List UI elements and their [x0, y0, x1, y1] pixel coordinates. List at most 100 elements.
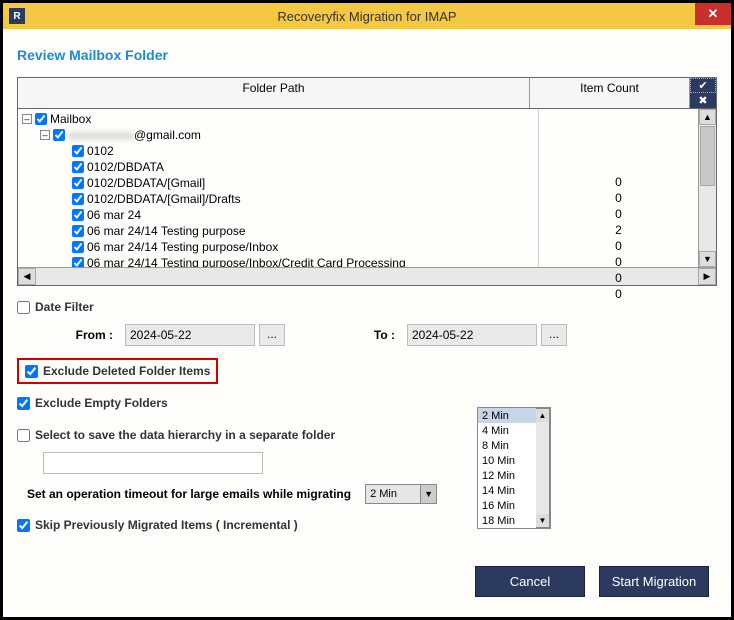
timeout-option[interactable]: 8 Min: [478, 438, 536, 453]
exclude-deleted-checkbox[interactable]: [25, 365, 38, 378]
folder-grid: Folder Path Item Count ✔ ✖ –Mailbox–xxxx…: [17, 77, 717, 286]
footer-buttons: Cancel Start Migration: [475, 566, 709, 597]
hierarchy-path-input[interactable]: [43, 452, 263, 474]
hscroll-track[interactable]: [36, 268, 698, 285]
folder-label: 06 mar 24/14 Testing purpose/Inbox/Credi…: [87, 256, 406, 267]
tree-row[interactable]: 0102/DBDATA: [22, 159, 534, 175]
listbox-scrollbar[interactable]: ▲ ▼: [536, 408, 550, 528]
date-filter-label: Date Filter: [35, 300, 94, 314]
scroll-down-arrow[interactable]: ▼: [699, 251, 716, 267]
folder-label: xxxxxxxxxxx@gmail.com: [68, 128, 201, 142]
grid-header: Folder Path Item Count ✔ ✖: [18, 78, 716, 109]
titlebar: R Recoveryfix Migration for IMAP ✕: [3, 3, 731, 29]
timeout-option[interactable]: 16 Min: [478, 498, 536, 513]
folder-label: 0102/DBDATA/[Gmail]/Drafts: [87, 192, 241, 206]
item-count-cell: 0: [539, 191, 698, 207]
to-label: To :: [335, 328, 395, 342]
exclude-deleted-highlight: Exclude Deleted Folder Items: [17, 358, 218, 384]
folder-label: 06 mar 24: [87, 208, 141, 222]
expand-toggle[interactable]: –: [40, 130, 50, 140]
timeout-listbox[interactable]: 2 Min4 Min8 Min10 Min12 Min14 Min16 Min1…: [477, 407, 551, 529]
date-row: From : ... To : ...: [17, 324, 717, 346]
item-count-cell: 0: [539, 207, 698, 223]
content-area: Review Mailbox Folder Folder Path Item C…: [3, 29, 731, 617]
folder-checkbox[interactable]: [35, 113, 47, 125]
tree-row[interactable]: – xxxxxxxxxxx@gmail.com: [22, 127, 534, 143]
folder-checkbox[interactable]: [72, 177, 84, 189]
date-filter-checkbox[interactable]: [17, 301, 30, 314]
tree-row[interactable]: 06 mar 24/14 Testing purpose/Inbox/Credi…: [22, 255, 534, 267]
tree-row[interactable]: 0102: [22, 143, 534, 159]
listbox-scroll-up[interactable]: ▲: [536, 409, 549, 422]
folder-checkbox[interactable]: [72, 241, 84, 253]
from-label: From :: [53, 328, 113, 342]
horizontal-scrollbar[interactable]: ◀ ▶: [18, 267, 716, 285]
timeout-option[interactable]: 18 Min: [478, 513, 536, 528]
timeout-option[interactable]: 14 Min: [478, 483, 536, 498]
close-button[interactable]: ✕: [695, 3, 731, 25]
to-date-input[interactable]: [407, 324, 537, 346]
exclude-empty-checkbox[interactable]: [17, 397, 30, 410]
from-date-input[interactable]: [125, 324, 255, 346]
col-folder-path: Folder Path: [18, 78, 530, 108]
item-count-cell: 2: [539, 223, 698, 239]
item-count-cell: [539, 143, 698, 159]
tree-row[interactable]: 0102/DBDATA/[Gmail]/Drafts: [22, 191, 534, 207]
save-hierarchy-checkbox[interactable]: [17, 429, 30, 442]
vertical-scrollbar[interactable]: ▲ ▼: [698, 109, 716, 267]
uncheck-all-button[interactable]: ✖: [690, 93, 716, 108]
scroll-left-arrow[interactable]: ◀: [18, 268, 36, 285]
item-count-cell: 0: [539, 287, 698, 303]
exclude-empty-label: Exclude Empty Folders: [35, 396, 168, 410]
timeout-option[interactable]: 2 Min: [478, 408, 536, 423]
scroll-track[interactable]: [699, 187, 716, 251]
to-date-picker-button[interactable]: ...: [541, 324, 567, 346]
tree-row[interactable]: 06 mar 24: [22, 207, 534, 223]
expand-toggle[interactable]: –: [22, 114, 32, 124]
folder-label: 06 mar 24/14 Testing purpose: [87, 224, 246, 238]
item-count-cell: 0: [539, 239, 698, 255]
folder-checkbox[interactable]: [53, 129, 65, 141]
scroll-thumb[interactable]: [700, 126, 715, 186]
timeout-value: 2 Min: [366, 488, 420, 500]
check-all-button[interactable]: ✔: [690, 78, 716, 93]
folder-checkbox[interactable]: [72, 209, 84, 221]
tree-row[interactable]: 0102/DBDATA/[Gmail]: [22, 175, 534, 191]
skip-previous-checkbox[interactable]: [17, 519, 30, 532]
folder-checkbox[interactable]: [72, 193, 84, 205]
folder-label: 0102/DBDATA/[Gmail]: [87, 176, 205, 190]
window-title: Recoveryfix Migration for IMAP: [3, 9, 731, 24]
count-column: 00020000: [538, 109, 698, 267]
item-count-cell: 0: [539, 175, 698, 191]
start-migration-button[interactable]: Start Migration: [599, 566, 709, 597]
folder-label: 06 mar 24/14 Testing purpose/Inbox: [87, 240, 278, 254]
from-date-picker-button[interactable]: ...: [259, 324, 285, 346]
scroll-up-arrow[interactable]: ▲: [699, 109, 716, 125]
timeout-label: Set an operation timeout for large email…: [27, 487, 351, 501]
tree-row[interactable]: 06 mar 24/14 Testing purpose: [22, 223, 534, 239]
timeout-row: Set an operation timeout for large email…: [17, 484, 717, 504]
folder-checkbox[interactable]: [72, 161, 84, 173]
scroll-right-arrow[interactable]: ▶: [698, 268, 716, 285]
listbox-scroll-down[interactable]: ▼: [536, 514, 549, 527]
folder-tree[interactable]: –Mailbox–xxxxxxxxxxx@gmail.com01020102/D…: [18, 109, 538, 267]
folder-checkbox[interactable]: [72, 225, 84, 237]
folder-label: 0102/DBDATA: [87, 160, 164, 174]
tree-row[interactable]: –Mailbox: [22, 111, 534, 127]
exclude-deleted-label: Exclude Deleted Folder Items: [43, 364, 210, 378]
page-title: Review Mailbox Folder: [17, 47, 717, 63]
timeout-option[interactable]: 4 Min: [478, 423, 536, 438]
timeout-combo[interactable]: 2 Min ▼: [365, 484, 437, 504]
timeout-option[interactable]: 10 Min: [478, 453, 536, 468]
timeout-option[interactable]: 12 Min: [478, 468, 536, 483]
app-window: R Recoveryfix Migration for IMAP ✕ Revie…: [0, 0, 734, 620]
cancel-button[interactable]: Cancel: [475, 566, 585, 597]
chevron-down-icon[interactable]: ▼: [420, 485, 436, 503]
tree-row[interactable]: 06 mar 24/14 Testing purpose/Inbox: [22, 239, 534, 255]
options-panel: Date Filter From : ... To : ... Exclude …: [17, 300, 717, 532]
folder-checkbox[interactable]: [72, 145, 84, 157]
grid-body: –Mailbox–xxxxxxxxxxx@gmail.com01020102/D…: [18, 109, 716, 267]
skip-previous-label: Skip Previously Migrated Items ( Increme…: [35, 518, 298, 532]
folder-checkbox[interactable]: [72, 257, 84, 267]
col-item-count: Item Count: [530, 78, 690, 108]
